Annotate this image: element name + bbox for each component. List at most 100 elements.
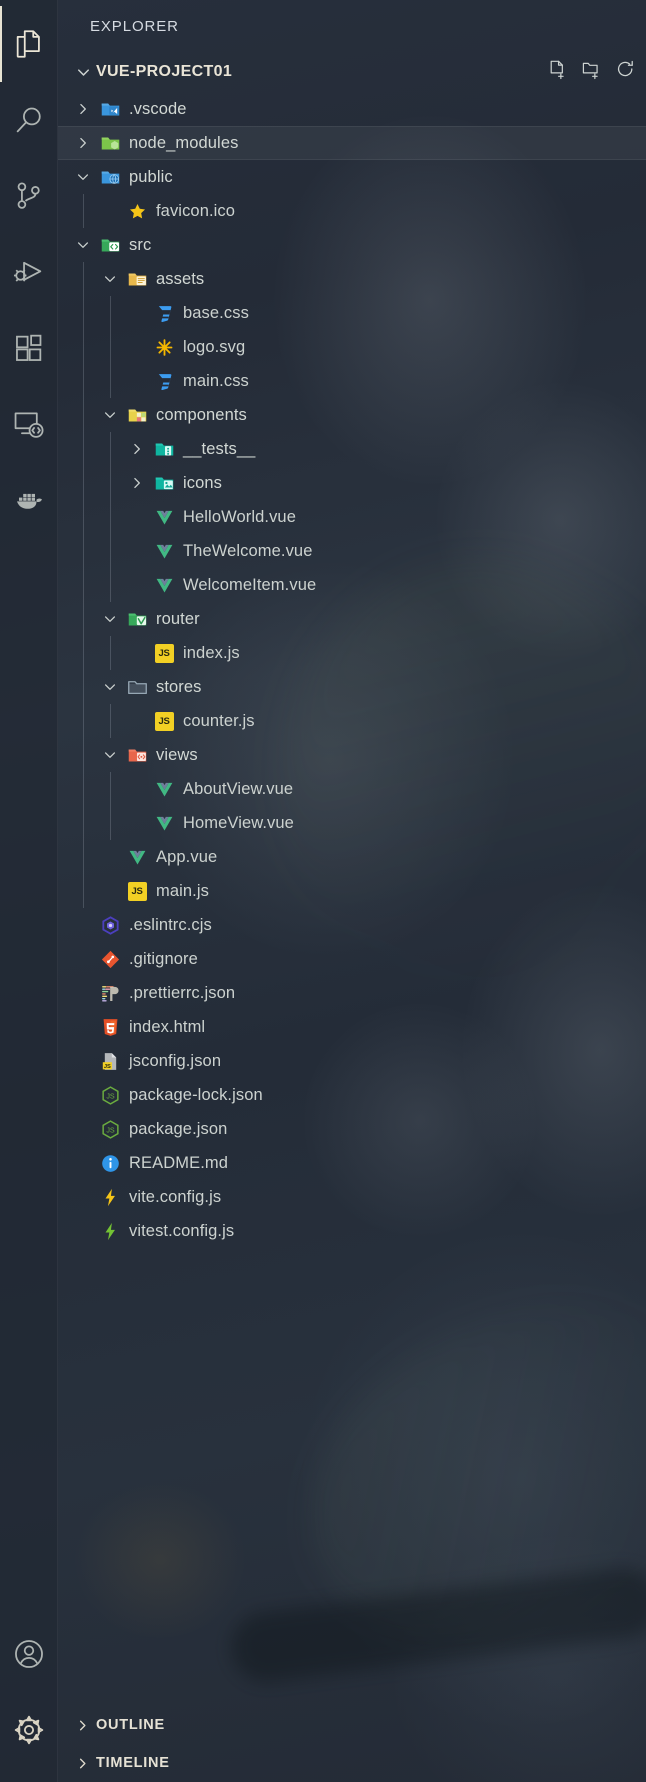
search-icon [12, 103, 46, 137]
tree-file-row[interactable]: README.md [58, 1146, 646, 1180]
run-and-debug-icon [12, 255, 46, 289]
svg-text:JS: JS [103, 1063, 110, 1069]
panel-timeline[interactable]: TIMELINE [58, 1744, 646, 1782]
node-icon-icon: JS [96, 1085, 124, 1106]
tree-folder-row[interactable]: icons [58, 466, 646, 500]
chevron-down-icon[interactable] [97, 407, 123, 423]
activity-bar-item-accounts[interactable] [0, 1616, 58, 1692]
tree-folder-row[interactable]: views [58, 738, 646, 772]
tree-indent [58, 1010, 70, 1044]
tree-file-label: vite.config.js [124, 1188, 221, 1207]
new-folder-icon [581, 59, 602, 85]
tree-file-row[interactable]: .eslintrc.cjs [58, 908, 646, 942]
tree-file-row[interactable]: AboutView.vue [58, 772, 646, 806]
chevron-down-icon[interactable] [97, 747, 123, 763]
tree-folder-row[interactable]: .vscode [58, 92, 646, 126]
new-folder-button[interactable] [581, 59, 602, 85]
tree-file-row[interactable]: JScounter.js [58, 704, 646, 738]
tree-file-row[interactable]: TheWelcome.vue [58, 534, 646, 568]
chevron-right-icon[interactable] [124, 475, 150, 491]
tree-folder-row[interactable]: src [58, 228, 646, 262]
tree-folder-row[interactable]: node_modules [58, 126, 646, 160]
tree-indent-guide [83, 534, 84, 568]
tree-indent-guide [83, 364, 84, 398]
tree-file-label: main.js [151, 882, 209, 901]
tree-file-row[interactable]: JSpackage.json [58, 1112, 646, 1146]
panel-outline[interactable]: OUTLINE [58, 1706, 646, 1744]
tree-file-row[interactable]: .gitignore [58, 942, 646, 976]
tree-file-row[interactable]: JSjsconfig.json [58, 1044, 646, 1078]
js-icon-icon: JS [150, 712, 178, 731]
tree-indent-guide [110, 296, 111, 330]
chevron-right-icon[interactable] [70, 101, 96, 117]
html-icon-icon [96, 1017, 124, 1038]
chevron-right-icon[interactable] [124, 441, 150, 457]
tree-file-row[interactable]: App.vue [58, 840, 646, 874]
chevron-down-icon[interactable] [70, 169, 96, 185]
tree-file-row[interactable]: base.css [58, 296, 646, 330]
tree-file-row[interactable]: HelloWorld.vue [58, 500, 646, 534]
tree-indent [58, 636, 124, 670]
activity-bar-item-settings[interactable] [0, 1692, 58, 1768]
git-icon-icon [96, 949, 124, 970]
chevron-right-icon[interactable] [70, 135, 96, 151]
js-icon-icon: JS [123, 882, 151, 901]
tree-file-row[interactable]: favicon.ico [58, 194, 646, 228]
activity-bar-item-source-control[interactable] [0, 158, 58, 234]
new-file-icon [547, 59, 568, 85]
tree-file-row[interactable]: vitest.config.js [58, 1214, 646, 1248]
activity-bar-item-remote-explorer[interactable] [0, 386, 58, 462]
tree-folder-row[interactable]: __tests__ [58, 432, 646, 466]
tree-indent [58, 194, 97, 228]
tree-file-label: WelcomeItem.vue [178, 576, 316, 595]
tree-indent-guide [83, 330, 84, 364]
folder-tests-icon [150, 439, 178, 460]
folder-vscode-icon [96, 99, 124, 120]
vue-icon-icon [150, 813, 178, 834]
chevron-down-icon[interactable] [70, 237, 96, 253]
explorer-bottom-panels: OUTLINE TIMELINE [58, 1706, 646, 1782]
tree-file-row[interactable]: JSpackage-lock.json [58, 1078, 646, 1112]
tree-indent-guide [110, 330, 111, 364]
chevron-down-icon[interactable] [97, 679, 123, 695]
tree-folder-row[interactable]: stores [58, 670, 646, 704]
folder-components-icon [123, 405, 151, 426]
tree-indent [58, 840, 97, 874]
tree-indent-guide [83, 398, 84, 432]
tree-indent-guide [83, 296, 84, 330]
activity-bar-item-explorer[interactable] [0, 6, 58, 82]
tree-folder-row[interactable]: assets [58, 262, 646, 296]
activity-bar-item-run-debug[interactable] [0, 234, 58, 310]
tree-indent [58, 466, 124, 500]
tree-indent-guide [83, 602, 84, 636]
tree-file-row[interactable]: logo.svg [58, 330, 646, 364]
tree-file-row[interactable]: vite.config.js [58, 1180, 646, 1214]
activity-bar-item-search[interactable] [0, 82, 58, 158]
tree-file-label: logo.svg [178, 338, 245, 357]
tree-indent [58, 942, 70, 976]
tree-file-row[interactable]: main.css [58, 364, 646, 398]
chevron-down-icon[interactable] [97, 271, 123, 287]
chevron-down-icon[interactable] [70, 64, 96, 81]
tree-folder-row[interactable]: router [58, 602, 646, 636]
tree-file-row[interactable]: .prettierrc.json [58, 976, 646, 1010]
tree-folder-row[interactable]: components [58, 398, 646, 432]
tree-file-row[interactable]: JSmain.js [58, 874, 646, 908]
tree-file-row[interactable]: HomeView.vue [58, 806, 646, 840]
activity-bar-item-extensions[interactable] [0, 310, 58, 386]
new-file-button[interactable] [547, 59, 568, 85]
tree-indent-guide [110, 364, 111, 398]
tree-file-row[interactable]: JSindex.js [58, 636, 646, 670]
activity-bar-item-docker[interactable] [0, 462, 58, 538]
tree-file-label: .prettierrc.json [124, 984, 235, 1003]
chevron-down-icon[interactable] [97, 611, 123, 627]
explorer-root-folder-row[interactable]: VUE-PROJECT01 [58, 52, 646, 92]
tree-folder-row[interactable]: public [58, 160, 646, 194]
refresh-button[interactable] [615, 59, 636, 85]
tree-file-label: HomeView.vue [178, 814, 294, 833]
tree-indent-guide [110, 806, 111, 840]
tree-file-row[interactable]: WelcomeItem.vue [58, 568, 646, 602]
tree-file-row[interactable]: index.html [58, 1010, 646, 1044]
folder-assets-icon [123, 269, 151, 290]
css-icon-icon [150, 303, 178, 324]
